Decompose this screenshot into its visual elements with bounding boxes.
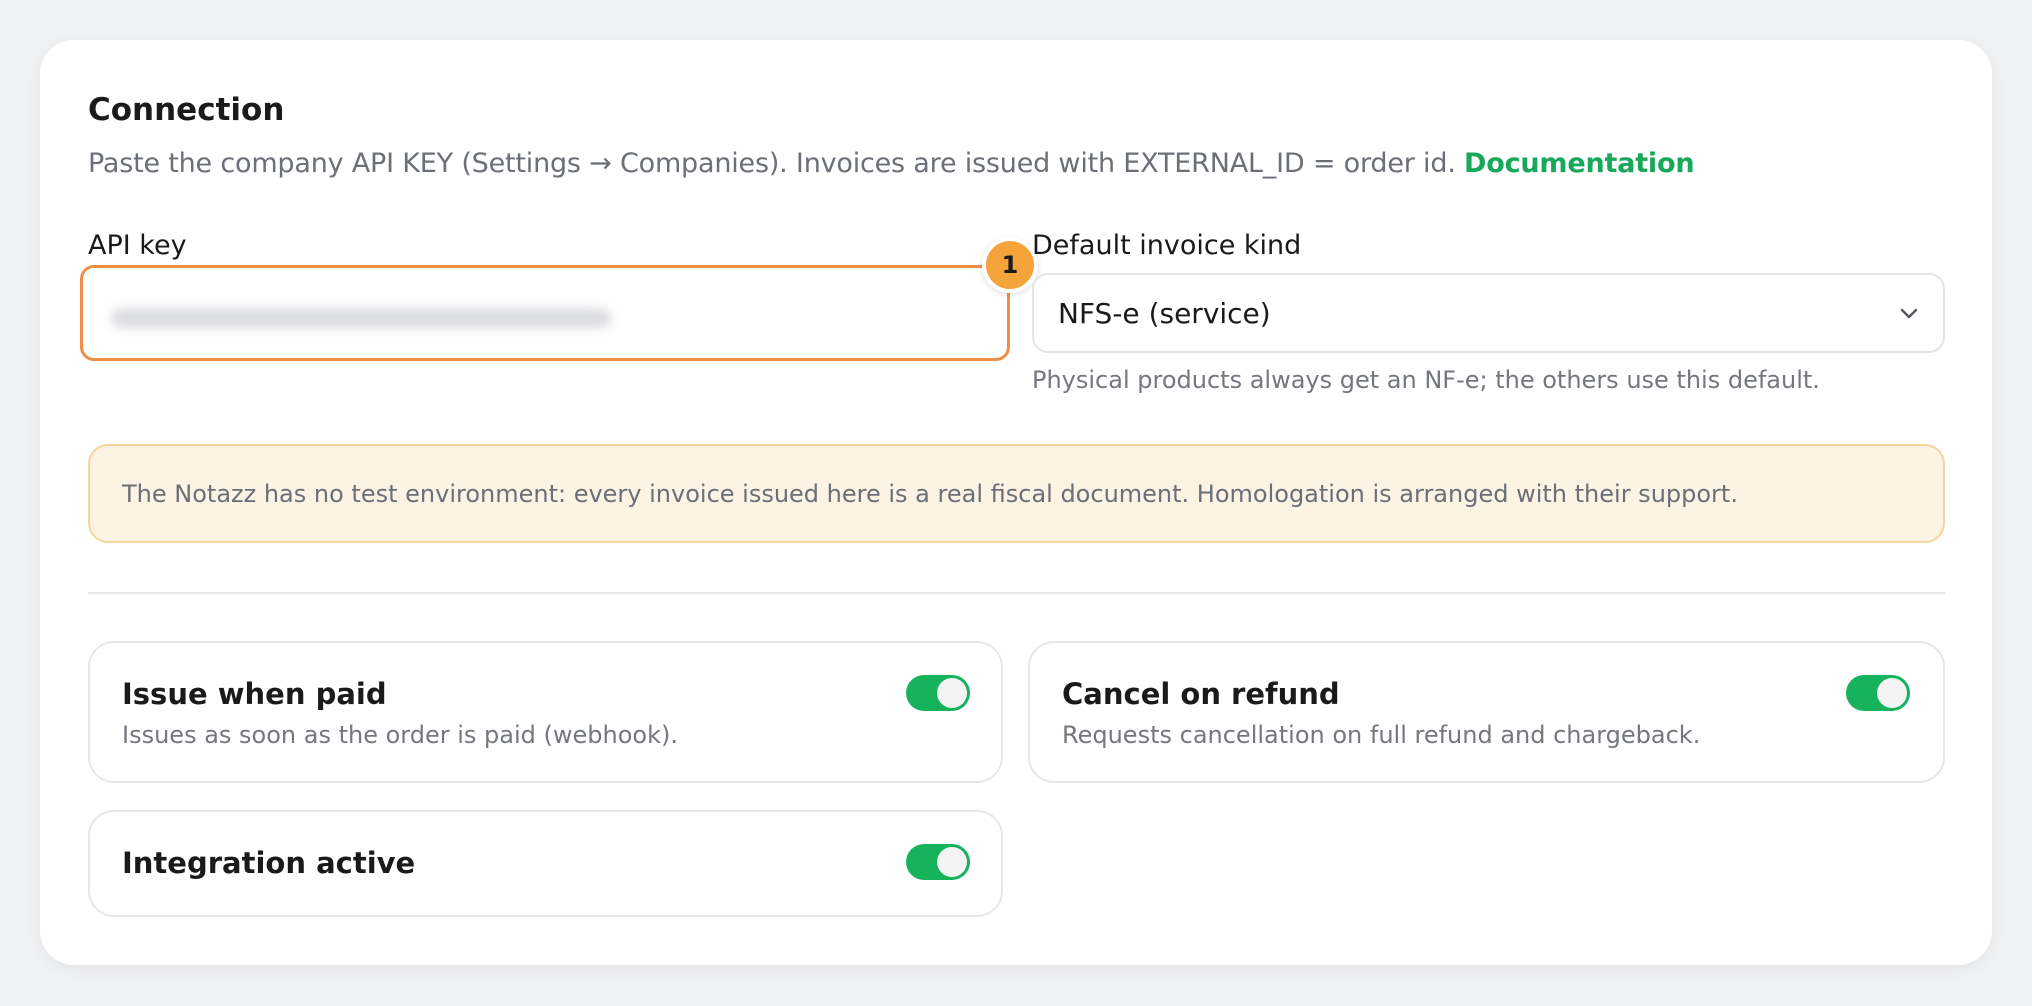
- issue-when-paid-card: Issue when paid Issues as soon as the or…: [88, 641, 1003, 783]
- api-key-input[interactable]: [111, 308, 611, 328]
- issue-when-paid-description: Issues as soon as the order is paid (web…: [122, 721, 678, 749]
- invoice-kind-label: Default invoice kind: [1032, 230, 1302, 261]
- invoice-kind-value: NFS-e (service): [1058, 296, 1271, 330]
- cancel-on-refund-card: Cancel on refund Requests cancellation o…: [1028, 641, 1945, 783]
- issue-when-paid-toggle[interactable]: [906, 675, 970, 711]
- toggle-knob: [937, 847, 967, 877]
- cancel-on-refund-title: Cancel on refund: [1062, 677, 1340, 711]
- toggle-knob: [1877, 678, 1907, 708]
- invoice-kind-select[interactable]: NFS-e (service): [1032, 273, 1945, 353]
- integration-active-toggle[interactable]: [906, 844, 970, 880]
- notice-text: The Notazz has no test environment: ever…: [122, 479, 1738, 508]
- api-key-label: API key: [88, 230, 187, 261]
- chevron-down-icon: [1900, 308, 1918, 319]
- step-badge: 1: [982, 237, 1038, 293]
- description-text: Paste the company API KEY (Settings → Co…: [88, 148, 1456, 179]
- connection-card: Connection Paste the company API KEY (Se…: [40, 40, 1992, 965]
- section-description: Paste the company API KEY (Settings → Co…: [88, 148, 1695, 179]
- section-title: Connection: [88, 92, 285, 128]
- divider: [88, 592, 1945, 594]
- issue-when-paid-title: Issue when paid: [122, 677, 387, 711]
- cancel-on-refund-description: Requests cancellation on full refund and…: [1062, 721, 1701, 749]
- warning-notice: The Notazz has no test environment: ever…: [88, 444, 1945, 543]
- integration-active-title: Integration active: [122, 846, 416, 880]
- cancel-on-refund-toggle[interactable]: [1846, 675, 1910, 711]
- integration-active-card: Integration active: [88, 810, 1003, 917]
- invoice-kind-hint: Physical products always get an NF-e; th…: [1032, 366, 1820, 394]
- toggle-knob: [937, 678, 967, 708]
- api-key-field[interactable]: [80, 265, 1010, 361]
- documentation-link[interactable]: Documentation: [1464, 148, 1695, 179]
